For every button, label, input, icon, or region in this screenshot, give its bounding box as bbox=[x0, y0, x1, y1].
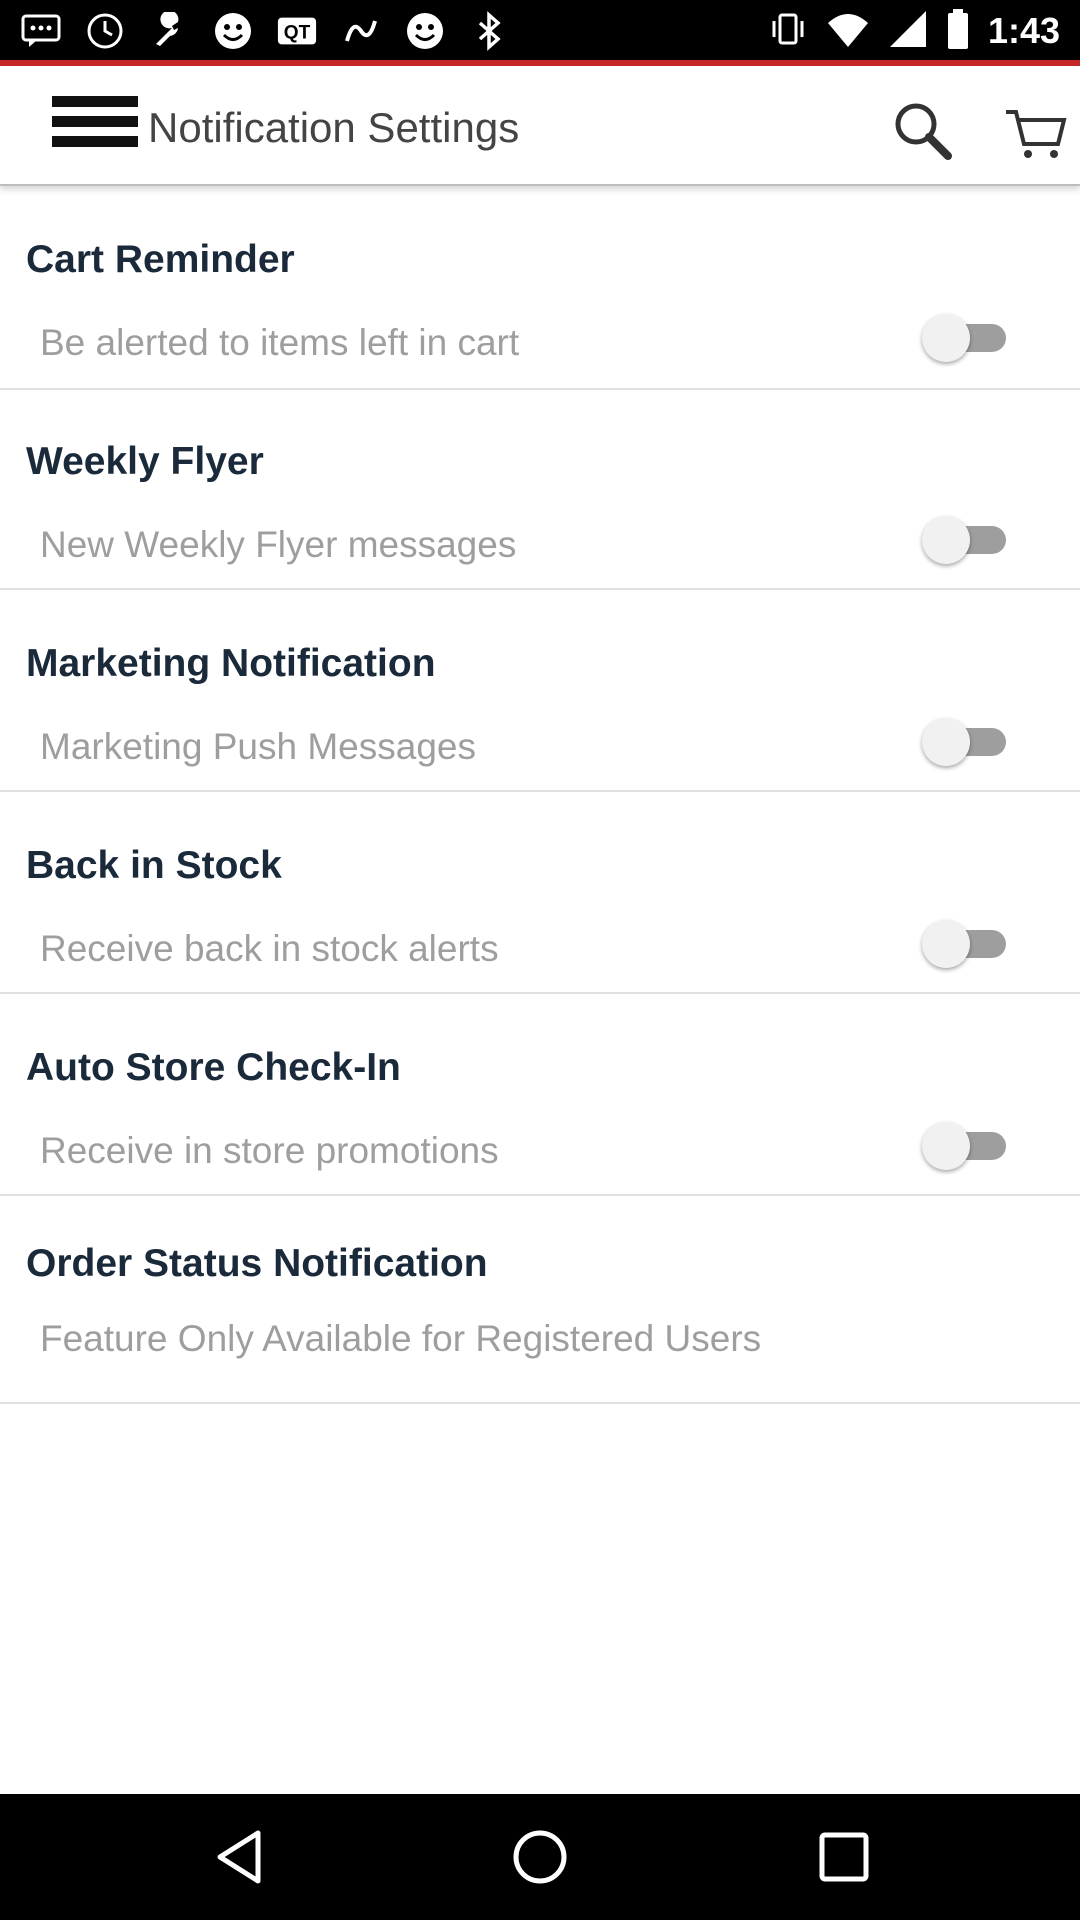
qq-icon: QT bbox=[276, 10, 318, 52]
setting-description: Receive in store promotions bbox=[40, 1130, 499, 1171]
signal-icon bbox=[888, 9, 928, 54]
setting-description: Feature Only Available for Registered Us… bbox=[40, 1318, 762, 1359]
recents-icon[interactable] bbox=[814, 1827, 874, 1887]
bluetooth-icon bbox=[468, 10, 510, 52]
search-icon[interactable] bbox=[890, 98, 954, 162]
cart-reminder-toggle[interactable] bbox=[922, 314, 1012, 362]
home-icon[interactable] bbox=[510, 1827, 570, 1887]
menu-icon[interactable] bbox=[52, 96, 138, 154]
setting-order-status-notification: Order Status Notification Feature Only A… bbox=[0, 1196, 1080, 1404]
setting-cart-reminder: Cart Reminder Be alerted to items left i… bbox=[0, 186, 1080, 390]
setting-marketing-notification: Marketing Notification Marketing Push Me… bbox=[0, 590, 1080, 792]
setting-auto-store-check-in: Auto Store Check-In Receive in store pro… bbox=[0, 994, 1080, 1196]
clock-icon bbox=[84, 10, 126, 52]
setting-title: Order Status Notification bbox=[26, 1242, 488, 1285]
battery-icon bbox=[946, 8, 970, 55]
wrench-icon bbox=[148, 10, 190, 52]
setting-back-in-stock: Back in Stock Receive back in stock aler… bbox=[0, 792, 1080, 994]
status-bar: QT 1:43 bbox=[0, 0, 1080, 66]
wifi-icon bbox=[826, 9, 870, 54]
setting-title: Back in Stock bbox=[26, 844, 282, 887]
setting-title: Marketing Notification bbox=[26, 642, 436, 685]
marketing-notification-toggle[interactable] bbox=[922, 718, 1012, 766]
setting-title: Auto Store Check-In bbox=[26, 1046, 401, 1089]
gesture-icon bbox=[340, 10, 382, 52]
setting-title: Cart Reminder bbox=[26, 238, 295, 281]
smiley-icon bbox=[404, 10, 446, 52]
back-in-stock-toggle[interactable] bbox=[922, 920, 1012, 968]
setting-weekly-flyer: Weekly Flyer New Weekly Flyer messages bbox=[0, 388, 1080, 590]
status-time: 1:43 bbox=[987, 10, 1060, 51]
cart-icon[interactable] bbox=[1004, 100, 1068, 164]
weekly-flyer-toggle[interactable] bbox=[922, 516, 1012, 564]
app-bar: Notification Settings bbox=[0, 66, 1080, 186]
setting-title: Weekly Flyer bbox=[26, 440, 264, 483]
page-title: Notification Settings bbox=[148, 104, 520, 151]
svg-text:QT: QT bbox=[284, 23, 311, 44]
back-icon[interactable] bbox=[212, 1827, 272, 1887]
setting-description: New Weekly Flyer messages bbox=[40, 524, 517, 565]
navigation-bar bbox=[0, 1794, 1080, 1920]
vibrate-icon bbox=[768, 9, 808, 54]
auto-store-check-in-toggle[interactable] bbox=[922, 1122, 1012, 1170]
setting-description: Marketing Push Messages bbox=[40, 726, 476, 767]
setting-description: Be alerted to items left in cart bbox=[40, 322, 520, 363]
smiley-icon bbox=[212, 10, 254, 52]
message-icon bbox=[20, 10, 62, 52]
setting-description: Receive back in stock alerts bbox=[40, 928, 499, 969]
